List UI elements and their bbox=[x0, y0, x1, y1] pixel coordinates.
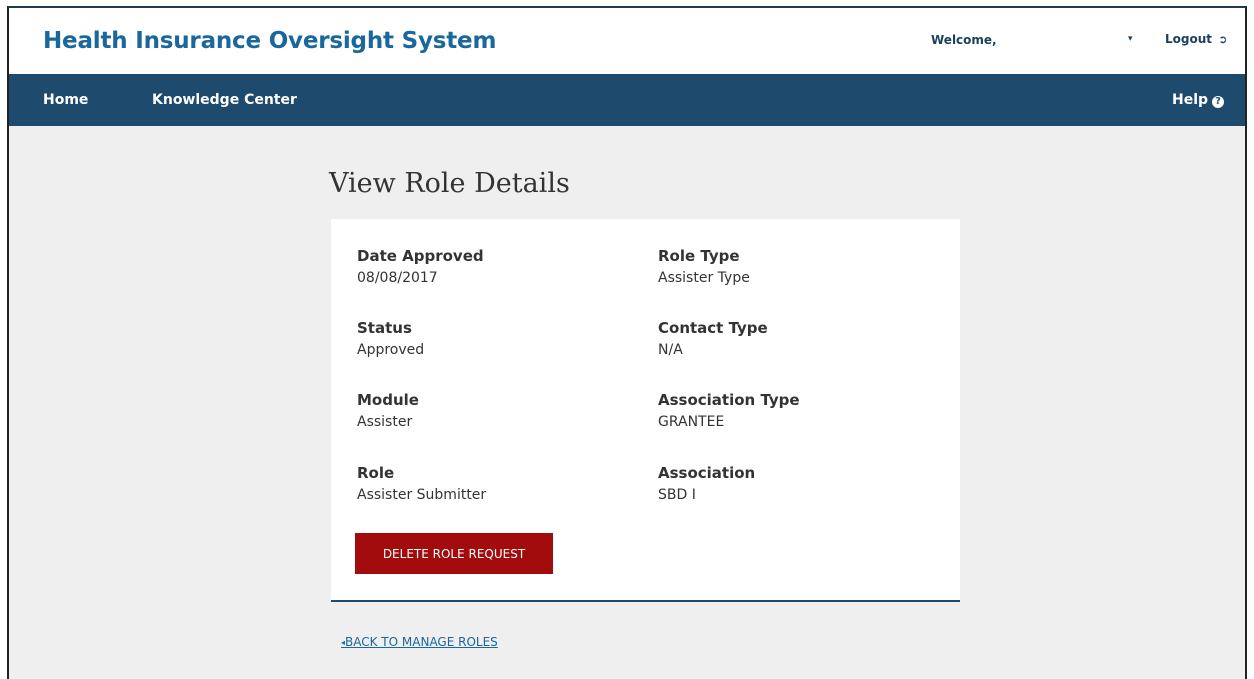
logout-link[interactable]: Logout ➲ bbox=[1165, 32, 1227, 46]
nav-item-help[interactable]: Help? bbox=[1172, 92, 1225, 108]
field-association-type: Association Type GRANTEE bbox=[658, 391, 800, 431]
field-label: Module bbox=[357, 391, 419, 409]
back-to-manage-roles-link[interactable]: ◂BACK TO MANAGE ROLES bbox=[341, 635, 498, 649]
field-value: Assister Type bbox=[658, 270, 750, 286]
field-label: Date Approved bbox=[357, 247, 484, 265]
nav-item-home[interactable]: Home bbox=[43, 92, 88, 108]
help-label: Help bbox=[1172, 92, 1209, 108]
back-link-label: BACK TO MANAGE ROLES bbox=[345, 635, 498, 649]
logout-label: Logout bbox=[1165, 32, 1213, 46]
question-circle-icon: ? bbox=[1212, 96, 1225, 108]
field-label: Association Type bbox=[658, 391, 800, 409]
app-window: Health Insurance Oversight System Welcom… bbox=[7, 6, 1247, 679]
role-details-card: Date Approved 08/08/2017 Status Approved… bbox=[331, 219, 960, 602]
field-role-type: Role Type Assister Type bbox=[658, 247, 750, 287]
field-status: Status Approved bbox=[357, 319, 424, 359]
field-label: Role Type bbox=[658, 247, 740, 265]
site-title[interactable]: Health Insurance Oversight System bbox=[43, 28, 496, 54]
field-label: Association bbox=[658, 464, 756, 482]
field-association: Association SBD I bbox=[658, 464, 755, 504]
logout-icon: ➲ bbox=[1218, 33, 1228, 46]
delete-role-request-button[interactable]: DELETE ROLE REQUEST bbox=[355, 533, 553, 574]
field-role: Role Assister Submitter bbox=[357, 464, 486, 504]
field-label: Status bbox=[357, 319, 412, 337]
field-value: SBD I bbox=[658, 487, 696, 503]
welcome-text: Welcome, bbox=[931, 33, 997, 47]
top-header: Health Insurance Oversight System Welcom… bbox=[9, 8, 1245, 74]
field-date-approved: Date Approved 08/08/2017 bbox=[357, 247, 484, 287]
field-value: GRANTEE bbox=[658, 414, 725, 430]
chevron-down-icon[interactable]: ▾ bbox=[1128, 34, 1133, 44]
field-value: 08/08/2017 bbox=[357, 270, 438, 286]
page-title: View Role Details bbox=[329, 168, 570, 199]
field-value: Approved bbox=[357, 342, 425, 358]
field-label: Contact Type bbox=[658, 319, 768, 337]
field-module: Module Assister bbox=[357, 391, 419, 431]
field-value: N/A bbox=[658, 342, 683, 358]
main-nav: Home Knowledge Center Help? bbox=[9, 74, 1245, 126]
nav-item-knowledge-center[interactable]: Knowledge Center bbox=[152, 92, 297, 108]
field-label: Role bbox=[357, 464, 395, 482]
field-value: Assister Submitter bbox=[357, 487, 487, 503]
field-value: Assister bbox=[357, 414, 413, 430]
field-contact-type: Contact Type N/A bbox=[658, 319, 768, 359]
